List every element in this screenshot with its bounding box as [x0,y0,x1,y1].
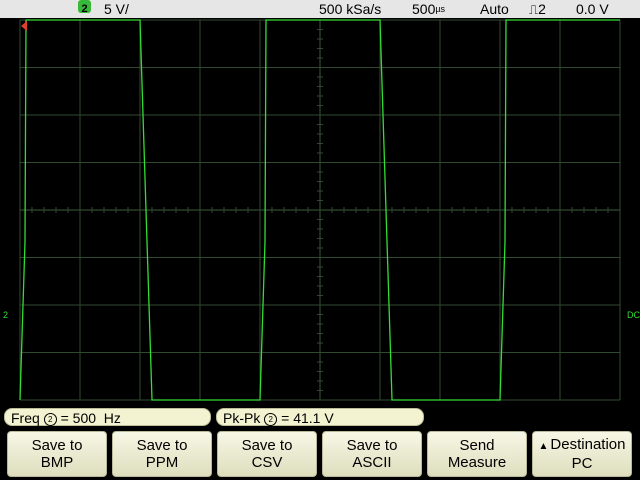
trigger-source-channel: 2 [538,1,546,17]
rising-edge-icon: ⎍ [529,2,539,17]
time-per-div: 500µs [412,0,445,18]
measurement-value: = 500 Hz [60,410,121,426]
trigger-source: ⎍2 [529,0,546,19]
trigger-level: 0.0 V [576,1,609,17]
measurement-label: Freq [11,410,40,426]
volts-per-div: 5 V/ [104,1,129,17]
channel-2-badge: 2 [78,0,91,15]
measurement-value: = 41.1 V [281,410,334,426]
graticule [19,19,621,401]
time-per-div-value: 500 [412,1,436,17]
save-to-bmp-button[interactable]: Save to BMP [7,431,107,477]
waveform-display[interactable]: 2 DC [0,18,640,406]
channel-ground-marker[interactable]: 2 [3,310,8,320]
trigger-mode: Auto [480,1,509,17]
frequency-measurement[interactable]: Freq 2 = 500 Hz [4,408,211,426]
save-to-ppm-button[interactable]: Save to PPM [112,431,212,477]
peak-to-peak-measurement[interactable]: Pk-Pk 2 = 41.1 V [216,408,424,426]
measurement-label: Pk-Pk [223,410,261,426]
save-to-csv-button[interactable]: Save to CSV [217,431,317,477]
trigger-position-marker[interactable] [21,21,27,31]
trigger-level-marker[interactable]: DC [627,310,640,320]
softkey-bar: Save to BMP Save to PPM Save to CSV Save… [0,428,640,480]
channel-circle-icon: 2 [43,412,57,426]
status-bar: 2 5 V/ 500 kSa/s 500µs Auto ⎍2 0.0 V [0,0,640,18]
up-arrow-icon: ▲ [538,441,549,452]
sample-rate: 500 kSa/s [319,1,382,17]
destination-button[interactable]: ▲ Destination PC [532,431,632,477]
time-unit: µs [435,4,446,14]
channel-circle-icon: 2 [264,412,278,426]
measurement-strip: Freq 2 = 500 Hz Pk-Pk 2 = 41.1 V [0,406,640,428]
send-measure-button[interactable]: Send Measure [427,431,527,477]
save-to-ascii-button[interactable]: Save to ASCII [322,431,422,477]
